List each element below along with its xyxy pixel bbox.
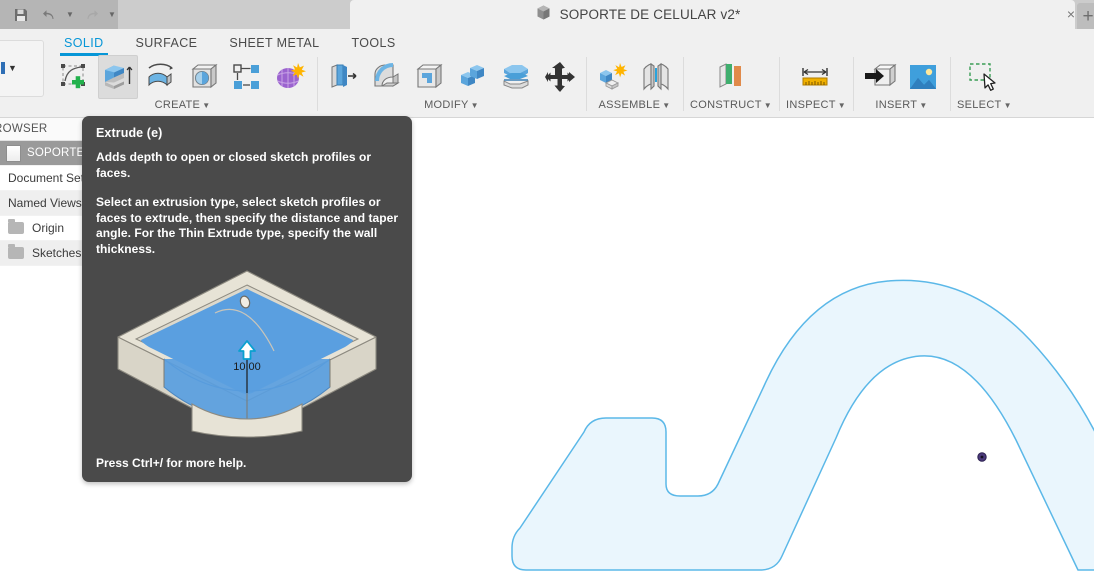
- browser-header-label: BROWSER: [0, 123, 48, 135]
- browser-item-label: Origin: [32, 221, 65, 235]
- folder-icon: [8, 219, 24, 234]
- fillet-button[interactable]: [367, 55, 407, 99]
- group-label-insert: INSERT ▼: [875, 99, 928, 111]
- sketch-profile-shape[interactable]: [511, 279, 1094, 571]
- tooltip-paragraph-1: Adds depth to open or closed sketch prof…: [96, 150, 372, 180]
- document-tab[interactable]: SOPORTE DE CELULAR v2*: [350, 0, 1075, 29]
- tab-sheet-metal[interactable]: SHEET METAL: [213, 31, 335, 52]
- cube-icon: [535, 4, 552, 26]
- canvas-image-button[interactable]: [903, 55, 943, 99]
- chevron-down-icon[interactable]: ▼: [1004, 101, 1012, 110]
- extrude-illustration: 10.00: [100, 241, 394, 441]
- title-bar: ▼ ▼ SOPORTE DE CELULAR v2* × +: [0, 0, 1094, 29]
- ribbon-group-create: CREATE ▼: [48, 53, 317, 117]
- tab-surface[interactable]: SURFACE: [120, 31, 214, 52]
- tooltip-footer: Press Ctrl+/ for more help.: [96, 456, 247, 470]
- folder-icon: [8, 244, 24, 259]
- chevron-down-icon[interactable]: ▼: [764, 101, 772, 110]
- combine-button[interactable]: [453, 55, 493, 99]
- ribbon-group-construct: CONSTRUCT ▼: [683, 53, 779, 117]
- select-window-button[interactable]: [962, 55, 1006, 99]
- chevron-down-icon[interactable]: ▼: [471, 101, 479, 110]
- group-label-construct: CONSTRUCT ▼: [690, 99, 772, 111]
- press-pull-button[interactable]: [324, 55, 364, 99]
- ribbon-group-select: SELECT ▼: [949, 53, 1019, 117]
- ribbon-groups: CREATE ▼ MODIFY ▼ ASSEMBLE ▼ CONSTRUCT ▼…: [48, 53, 1019, 117]
- group-label-modify: MODIFY ▼: [424, 99, 479, 111]
- undo-dropdown-caret[interactable]: ▼: [64, 2, 76, 27]
- offset-plane-button[interactable]: [709, 55, 753, 99]
- ribbon-toolbar: ▼ SOLID SURFACE SHEET METAL TOOLS CREATE…: [0, 29, 1094, 118]
- redo-icon[interactable]: [78, 2, 104, 27]
- shell-button[interactable]: [410, 55, 450, 99]
- chevron-down-icon[interactable]: ▼: [8, 63, 17, 73]
- panel-swatch: [1, 62, 5, 74]
- quick-access-toolbar: ▼ ▼: [0, 0, 118, 29]
- save-icon[interactable]: [8, 2, 34, 27]
- browser-item-label: Document Sett: [8, 171, 88, 185]
- ribbon-group-insert: INSERT ▼: [852, 53, 950, 117]
- browser-header: BROWSER: [0, 118, 92, 141]
- create-sketch-button[interactable]: [55, 55, 95, 99]
- insert-derive-button[interactable]: [860, 55, 900, 99]
- browser-item-origin[interactable]: Origin: [0, 216, 92, 241]
- sketch-point[interactable]: [977, 452, 987, 462]
- new-tab-button[interactable]: +: [1077, 3, 1094, 29]
- undo-icon[interactable]: [36, 2, 62, 27]
- browser-item-sketches[interactable]: Sketches: [0, 241, 92, 266]
- browser-item-named-views[interactable]: Named Views: [0, 191, 92, 216]
- browser-item-document-settings[interactable]: Document Sett: [0, 166, 92, 191]
- revolve-button[interactable]: [141, 55, 181, 99]
- redo-dropdown-caret[interactable]: ▼: [106, 2, 118, 27]
- create-form-button[interactable]: [270, 55, 310, 99]
- group-label-inspect: INSPECT ▼: [785, 99, 846, 111]
- hole-button[interactable]: [184, 55, 224, 99]
- extrude-button[interactable]: [98, 55, 138, 99]
- document-icon: [6, 144, 21, 162]
- extrude-tooltip: Extrude (e) Adds depth to open or closed…: [82, 116, 412, 482]
- tab-tools[interactable]: TOOLS: [335, 31, 411, 52]
- tooltip-title: Extrude (e): [96, 126, 163, 140]
- tab-solid[interactable]: SOLID: [48, 31, 120, 56]
- group-label-create: CREATE ▼: [154, 99, 211, 111]
- ribbon-group-inspect: INSPECT ▼: [778, 53, 853, 117]
- browser-item-root[interactable]: SOPORTE DE: [0, 141, 92, 166]
- group-label-select: SELECT ▼: [956, 99, 1012, 111]
- close-icon[interactable]: ×: [1064, 7, 1078, 22]
- browser-panel: BROWSER SOPORTE DE Document Sett Named V…: [0, 118, 92, 298]
- illustration-dimension-label: 10.00: [233, 361, 261, 373]
- move-copy-button[interactable]: [539, 55, 579, 99]
- document-title: SOPORTE DE CELULAR v2*: [559, 7, 741, 22]
- split-face-button[interactable]: [496, 55, 536, 99]
- chevron-down-icon[interactable]: ▼: [202, 101, 210, 110]
- group-label-assemble: ASSEMBLE ▼: [598, 99, 671, 111]
- measure-button[interactable]: [794, 55, 838, 99]
- browser-item-label: Named Views: [8, 196, 82, 210]
- ribbon-group-assemble: ASSEMBLE ▼: [586, 53, 683, 117]
- chevron-down-icon[interactable]: ▼: [838, 101, 846, 110]
- chevron-down-icon[interactable]: ▼: [919, 101, 927, 110]
- joint-button[interactable]: [636, 55, 676, 99]
- ribbon-group-modify: MODIFY ▼: [317, 53, 586, 117]
- data-panel-toggle[interactable]: ▼: [0, 40, 44, 97]
- browser-item-label: Sketches: [32, 246, 82, 260]
- chevron-down-icon[interactable]: ▼: [662, 101, 670, 110]
- rectangular-pattern-button[interactable]: [227, 55, 267, 99]
- new-component-button[interactable]: [593, 55, 633, 99]
